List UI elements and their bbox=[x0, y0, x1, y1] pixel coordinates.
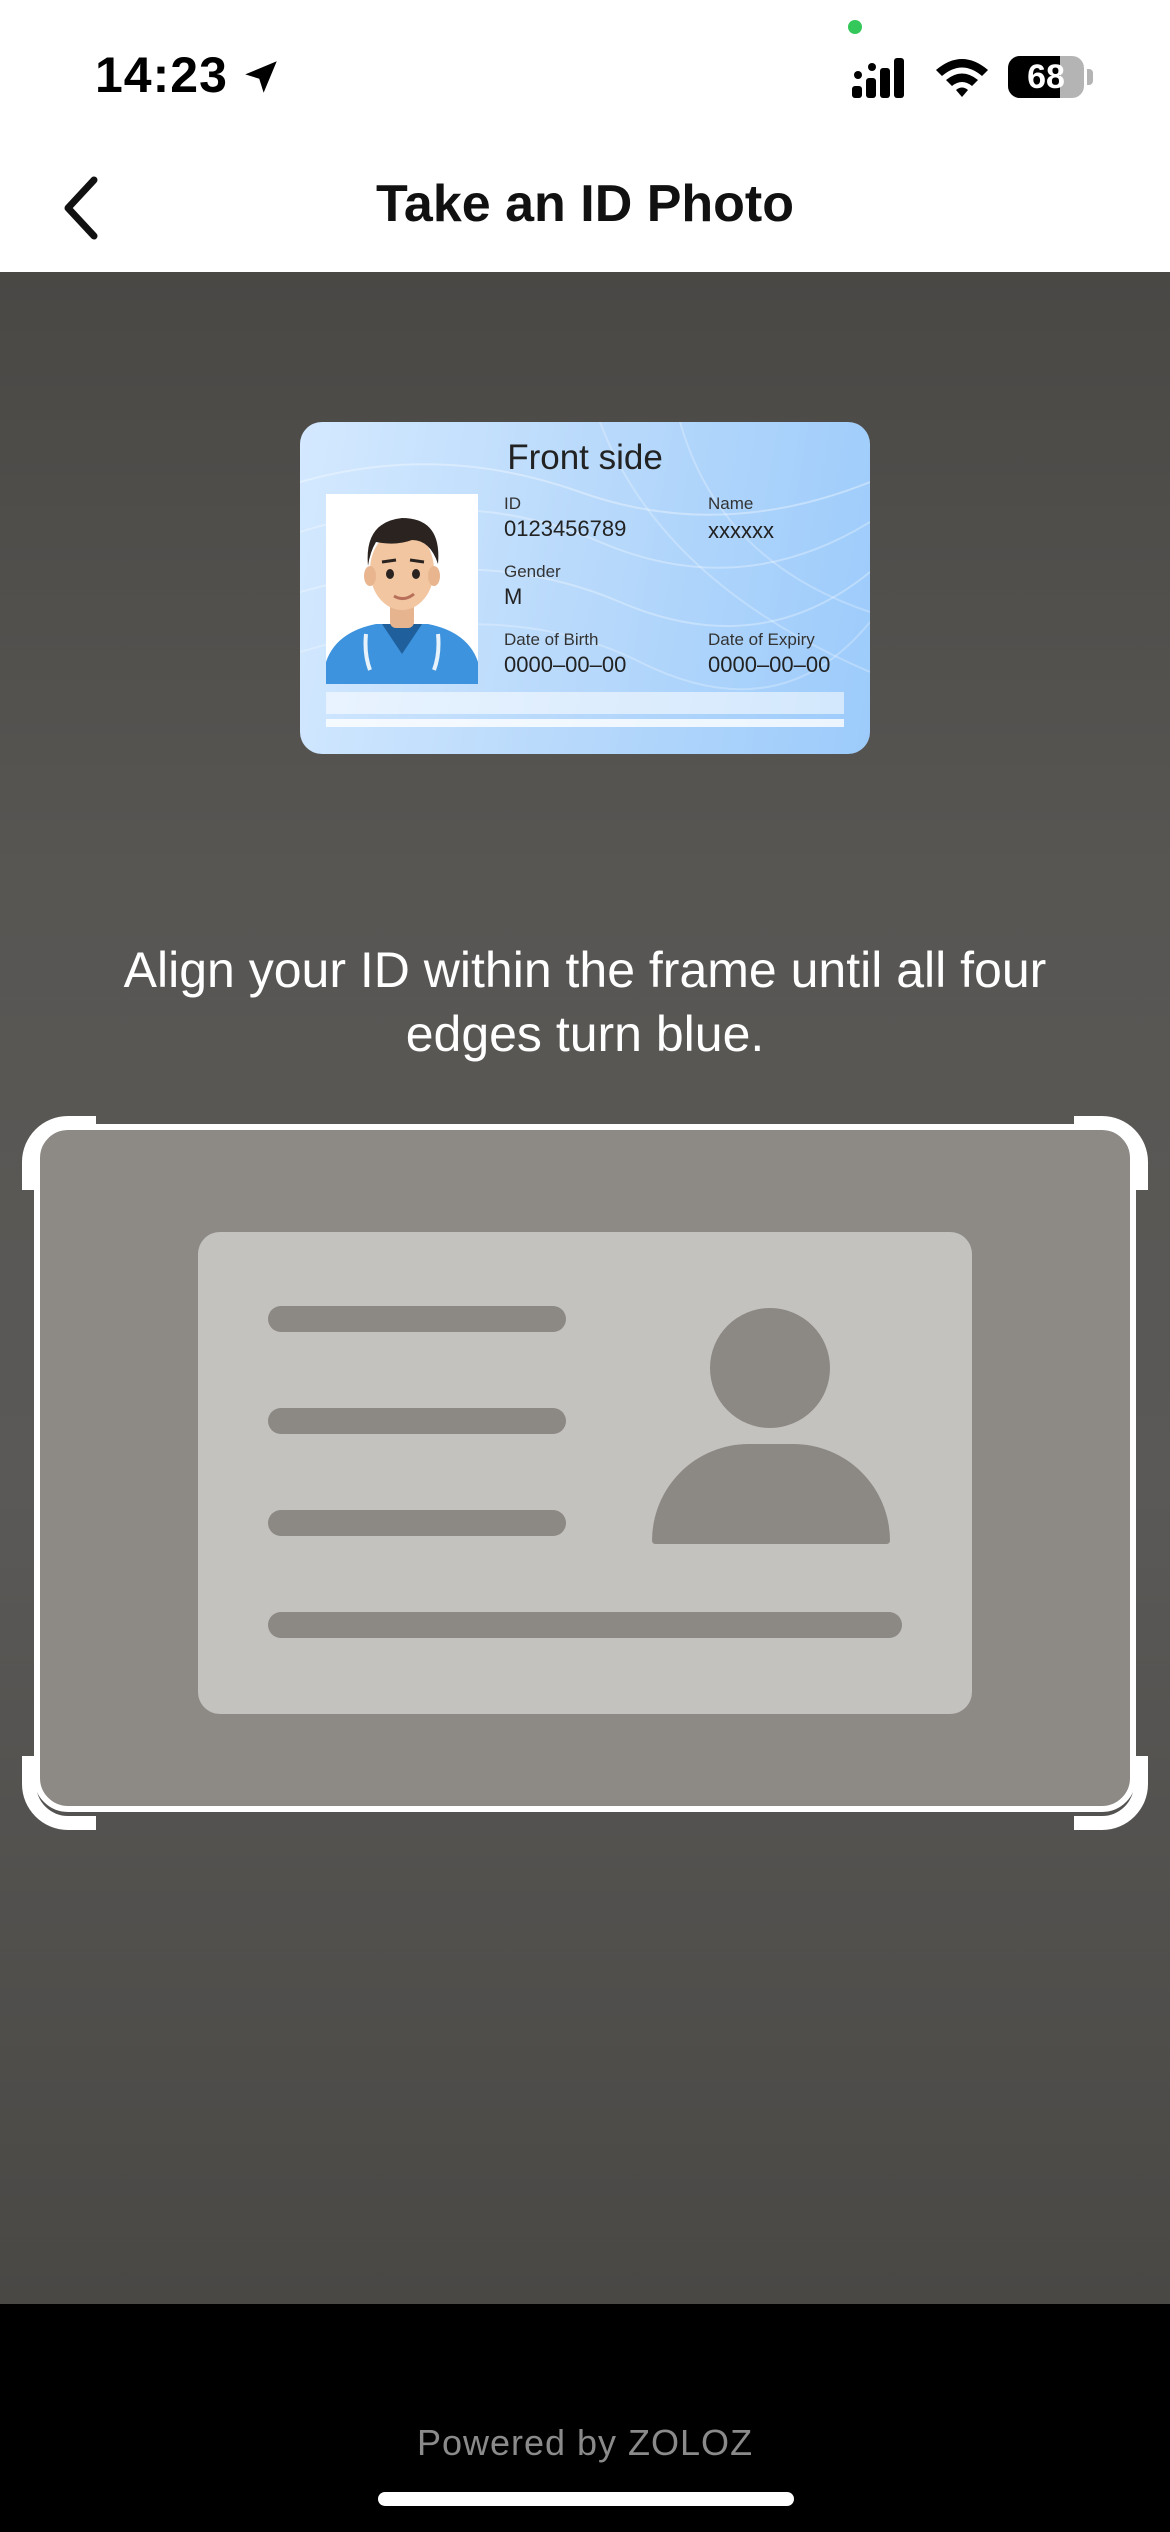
battery-level: 68 bbox=[1027, 58, 1065, 96]
camera-indicator-dot bbox=[848, 20, 862, 34]
gender-label: Gender bbox=[504, 562, 561, 581]
signal-icon bbox=[852, 58, 904, 98]
id-number-label: ID bbox=[504, 494, 521, 513]
home-indicator[interactable] bbox=[378, 2492, 794, 2506]
expiry-value: 0000–00–00 bbox=[708, 652, 831, 677]
dob-label: Date of Birth bbox=[504, 630, 599, 649]
gender-value: M bbox=[504, 584, 523, 609]
placeholder-line bbox=[268, 1612, 902, 1638]
footer: Powered by ZOLOZ bbox=[0, 2304, 1170, 2532]
placeholder-person-body-icon bbox=[652, 1444, 890, 1544]
placeholder-line bbox=[268, 1306, 566, 1332]
instruction-text: Align your ID within the frame until all… bbox=[123, 942, 1047, 1062]
navigation-bar: Take an ID Photo bbox=[0, 140, 1170, 272]
location-arrow-icon bbox=[245, 61, 277, 93]
expiry-label: Date of Expiry bbox=[708, 630, 815, 649]
page-title: Take an ID Photo bbox=[376, 175, 794, 233]
card-stripe bbox=[326, 719, 844, 727]
sample-id-card: Front side ID 0123456789 Name xxxxxx Gen… bbox=[300, 422, 870, 754]
card-machine-readable-zone bbox=[326, 692, 844, 714]
id-number-value: 0123456789 bbox=[504, 516, 627, 541]
sample-portrait-photo bbox=[326, 494, 478, 684]
wifi-icon bbox=[936, 59, 988, 97]
placeholder-line bbox=[268, 1510, 566, 1536]
powered-by-text: Powered by ZOLOZ bbox=[416, 2422, 754, 2463]
sample-card-title: Front side bbox=[507, 438, 663, 477]
status-time: 14:23 bbox=[95, 47, 228, 103]
battery-icon: 68 bbox=[1008, 56, 1093, 98]
placeholder-person-head-icon bbox=[710, 1308, 830, 1428]
person-avatar-icon bbox=[326, 494, 478, 684]
placeholder-line bbox=[268, 1408, 566, 1434]
name-value: xxxxxx bbox=[708, 518, 774, 543]
id-card-placeholder bbox=[198, 1232, 972, 1714]
dob-value: 0000–00–00 bbox=[504, 652, 627, 677]
status-bar: 14:23 68 bbox=[0, 0, 1170, 140]
name-label: Name bbox=[708, 494, 754, 513]
